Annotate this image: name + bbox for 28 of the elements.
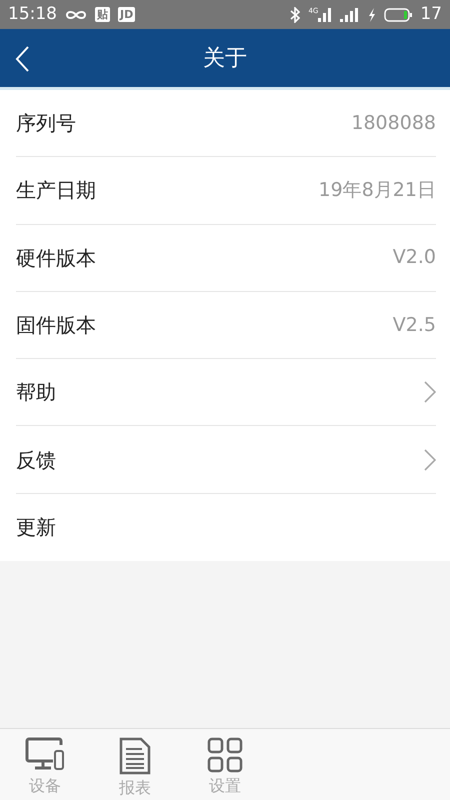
- chevron-icon[interactable]: [424, 381, 436, 404]
- document-icon: [119, 737, 151, 775]
- grid-icon: [207, 737, 243, 773]
- row-label: 生产日期: [16, 177, 96, 204]
- row-label: 序列号: [16, 110, 76, 138]
- row-value: V2.5: [392, 312, 436, 338]
- signal-icon: [340, 8, 360, 22]
- row-label[interactable]: 帮助: [16, 377, 56, 408]
- row-label[interactable]: 反馈: [16, 444, 56, 475]
- row-value: 19年8月21日: [318, 178, 436, 204]
- battery-level: 17: [420, 2, 442, 26]
- row-label[interactable]: 更新: [16, 512, 56, 542]
- row-value: 1808088: [351, 110, 436, 136]
- infinity-icon: [65, 8, 87, 20]
- chevron-icon[interactable]: [424, 448, 436, 471]
- row-label: 固件版本: [16, 312, 96, 340]
- row-value: V2.0: [392, 245, 436, 270]
- page-title: 关于: [203, 44, 247, 72]
- monitor-icon: [25, 737, 65, 773]
- app-notification-icon: JD: [118, 7, 136, 22]
- status-time: 15:18: [8, 2, 57, 26]
- bluetooth-icon: [290, 6, 300, 22]
- app-notification-icon: 贴: [95, 7, 110, 22]
- charging-icon: [368, 8, 376, 22]
- back-icon[interactable]: [14, 45, 30, 73]
- signal-icon: [318, 8, 332, 22]
- row-label: 硬件版本: [16, 244, 96, 272]
- battery-icon: [384, 8, 412, 22]
